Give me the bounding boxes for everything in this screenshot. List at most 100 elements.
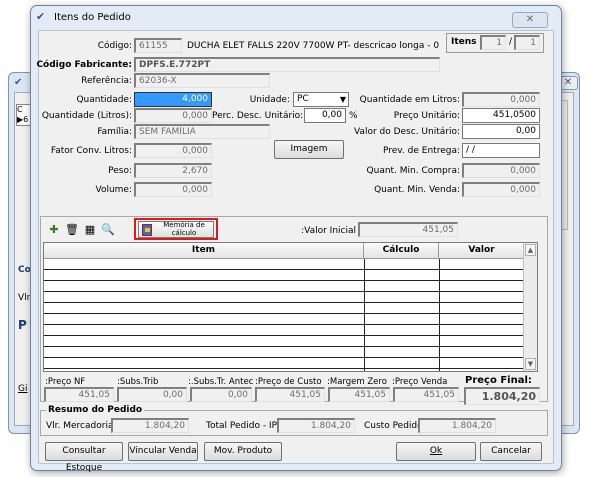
itens-separator: / (509, 37, 513, 47)
scroll-up-icon[interactable]: ▲ (525, 244, 536, 256)
preco-venda-label: :Preço Venda (392, 377, 448, 387)
table-row[interactable] (44, 303, 524, 314)
margem-zero-label: :Margem Zero (327, 377, 387, 387)
prev-entrega-label: Prev. de Entrega: (383, 146, 460, 156)
imagem-button[interactable]: Imagem (274, 140, 344, 159)
table-row[interactable] (44, 259, 524, 270)
mov-produto-button[interactable]: Mov. Produto (204, 442, 282, 461)
custo-pedido-field: 1.804,20 (418, 418, 496, 433)
total-pedido-label: Total Pedido - IPI (206, 421, 280, 431)
memoria-calculo-label: Memória de cálculo (155, 221, 213, 237)
quantidade-label: Quantidade: (76, 95, 132, 105)
preco-unitario-field[interactable]: 451,0500 (462, 108, 540, 123)
volume-field[interactable]: 0,000 (134, 182, 212, 197)
subs-tr-antec-label: :.Subs.Tr. Antec (188, 377, 254, 387)
scroll-down-icon[interactable]: ▼ (525, 358, 536, 370)
grid-header: Item Cálculo Valor (44, 243, 524, 259)
valor-desc-label: Valor do Desc. Unitário: (353, 127, 460, 137)
cancelar-button[interactable]: Cancelar (480, 442, 542, 461)
valor-inicial-label: :Valor Inicial (301, 226, 356, 236)
calculo-grid: Item Cálculo Valor ▲ ▼ (43, 242, 538, 372)
grid-divider (439, 259, 440, 371)
unidade-value: PC (297, 94, 309, 104)
perc-desc-field[interactable]: 0,00 (304, 108, 346, 123)
quant-min-venda-field[interactable]: 0,000 (462, 182, 540, 197)
preco-venda-field: 451,05 (393, 387, 459, 402)
preco-final-label: Preço Final: (465, 375, 532, 386)
column-valor[interactable]: Valor (439, 243, 524, 259)
chevron-down-icon: ▼ (339, 95, 346, 104)
table-row[interactable] (44, 358, 524, 369)
delete-icon[interactable]: 🗑 (64, 222, 80, 238)
preco-nf-label: :Preço NF (45, 377, 86, 387)
table-row[interactable] (44, 281, 524, 292)
quantidade-litros-field[interactable]: 0,000 (462, 92, 540, 107)
vincular-venda-button[interactable]: Vincular Venda (128, 442, 198, 461)
codigo-label: Código: (97, 41, 132, 51)
fator-field[interactable]: 0,000 (134, 143, 212, 158)
subs-tr-antec-field: 0,00 (190, 387, 252, 402)
calculator-icon[interactable]: ▦ (82, 222, 98, 238)
fator-label: Fator Conv. Litros: (50, 146, 132, 156)
quant-min-compra-field[interactable]: 0,000 (462, 163, 540, 178)
preco-nf-field: 451,05 (44, 387, 114, 402)
grid-divider (364, 259, 365, 371)
ok-button[interactable]: Ok (396, 442, 476, 461)
referencia-label: Referência: (81, 76, 132, 86)
table-row[interactable] (44, 325, 524, 336)
quantidade-field[interactable]: 4,000 (134, 92, 212, 107)
quantidade-litros-label: Quantidade em Litros: (359, 95, 460, 105)
codigo-fabricante-field[interactable]: DPFS.E.772PT (134, 57, 440, 72)
vlr-mercadorias-field: 1.804,20 (111, 418, 189, 433)
itens-current-field: 1 (480, 35, 506, 50)
qtd-litros-label: Quantidade (Litros): (41, 111, 132, 121)
background-window-icon: ✔ (14, 77, 23, 88)
unidade-select[interactable]: PC ▼ (293, 92, 349, 107)
background-row-label: C (17, 105, 23, 114)
unidade-label: Unidade: (249, 95, 290, 105)
volume-label: Volume: (95, 185, 132, 195)
column-item[interactable]: Item (44, 243, 364, 259)
memoria-line-2: cálculo (171, 228, 197, 237)
familia-label: Família: (97, 127, 132, 137)
total-pedido-field: 1.804,20 (277, 418, 355, 433)
table-row[interactable] (44, 270, 524, 281)
memoria-calculo-button[interactable]: Memória de cálculo (138, 221, 214, 238)
consultar-estoque-button[interactable]: Consultar Estoque (45, 442, 123, 473)
background-row-label: ▶6 (17, 115, 29, 124)
codigo-field[interactable]: 61155 (134, 38, 182, 53)
table-row[interactable] (44, 314, 524, 325)
column-calculo[interactable]: Cálculo (364, 243, 439, 259)
prev-entrega-field[interactable]: / / (462, 143, 540, 158)
preco-custo-label: :Preço de Custo (255, 377, 322, 387)
resumo-title: Resumo do Pedido (46, 405, 145, 415)
descricao-text: DUCHA ELET FALLS 220V 7700W PT- descrica… (187, 41, 440, 51)
itens-total-field: 1 (514, 35, 540, 50)
preco-final-field: 1.804,20 (464, 387, 540, 405)
qtd-litros-field[interactable]: 0,000 (134, 108, 212, 123)
valor-desc-field[interactable]: 0,00 (462, 124, 540, 139)
codigo-fabricante-label: Código Fabricante: (36, 60, 132, 70)
margem-zero-field: 451,05 (328, 387, 390, 402)
close-button[interactable]: ✕ (512, 12, 548, 28)
subs-trib-field: 0,00 (117, 387, 187, 402)
peso-field[interactable]: 2,670 (134, 163, 212, 178)
app-icon: ✔ (36, 10, 46, 23)
memoria-calculo-highlight: Memória de cálculo (134, 218, 218, 240)
preco-custo-field: 451,05 (255, 387, 325, 402)
table-row[interactable] (44, 292, 524, 303)
peso-label: Peso: (108, 166, 132, 176)
vlr-mercadorias-label: Vlr. Mercadorias (46, 421, 119, 431)
grid-scrollbar[interactable]: ▲ ▼ (523, 243, 537, 371)
itens-label: Itens (451, 37, 477, 47)
table-row[interactable] (44, 336, 524, 347)
preview-icon[interactable]: 🔍 (100, 222, 116, 238)
memoria-calculo-icon (142, 224, 152, 236)
table-row[interactable] (44, 347, 524, 358)
referencia-field[interactable]: 62036-X (134, 73, 270, 88)
perc-desc-label: Perc. Desc. Unitário: (212, 111, 304, 121)
familia-field[interactable]: SEM FAMÍLIA (134, 124, 270, 139)
add-item-icon[interactable]: ✚ (46, 222, 62, 238)
preco-unitario-label: Preço Unitário: (393, 111, 460, 121)
background-p-label: P (18, 318, 27, 332)
